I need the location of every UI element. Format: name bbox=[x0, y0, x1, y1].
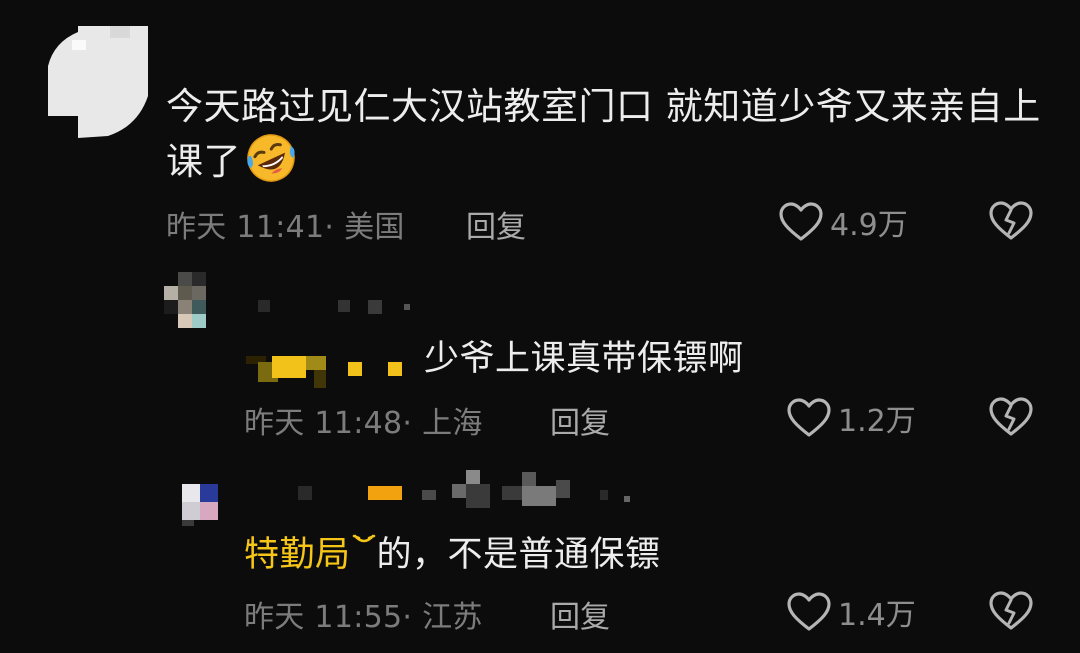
reply-1-location: · 上海 bbox=[402, 406, 483, 441]
reply-1-text: 少爷上课真带保镖啊 bbox=[424, 339, 744, 379]
rolling-on-floor-laughing-emoji bbox=[247, 134, 295, 182]
reply-2-like-button[interactable]: 1.4万 bbox=[786, 590, 916, 634]
broken-heart-icon[interactable] bbox=[988, 590, 1034, 632]
main-comment-body: 今天路过见仁大汉站教室门口 就知道少爷又来亲自上课了 bbox=[166, 85, 1041, 183]
reply-2-location: · 江苏 bbox=[402, 600, 483, 635]
main-comment-time: 昨天 11:41 bbox=[166, 210, 325, 245]
reply-1-avatar[interactable] bbox=[164, 272, 220, 332]
main-commenter-avatar[interactable] bbox=[48, 26, 148, 138]
broken-heart-icon[interactable] bbox=[988, 396, 1034, 438]
main-comment-like-button[interactable]: 4.9万 bbox=[778, 200, 908, 244]
reply-2-like-count: 1.4万 bbox=[838, 598, 916, 633]
reply-1-meta: 昨天 11:48· 上海 bbox=[244, 398, 483, 442]
main-comment-text: 今天路过见仁大汉站教室门口 就知道少爷又来亲自上课了 bbox=[166, 82, 1046, 187]
reply-2-text-highlight: 特勤局 bbox=[244, 535, 351, 575]
reply-2-meta: 昨天 11:55· 江苏 bbox=[244, 592, 483, 636]
main-comment-like-count: 4.9万 bbox=[830, 208, 908, 243]
reply-2-avatar[interactable] bbox=[182, 484, 238, 544]
main-comment-location: · 美国 bbox=[324, 210, 405, 245]
reply-2-text: 特勤局 的，不是普通保镖 bbox=[244, 532, 661, 577]
reply-1-like-count: 1.2万 bbox=[838, 404, 916, 439]
main-comment-reply-button[interactable]: 回复 bbox=[466, 202, 526, 246]
smile-mark-icon bbox=[352, 534, 375, 543]
reply-2-time: 昨天 11:55 bbox=[244, 600, 403, 635]
reply-1-reply-button[interactable]: 回复 bbox=[550, 398, 610, 442]
heart-icon bbox=[787, 398, 831, 437]
heart-icon bbox=[787, 592, 831, 631]
reply-2-reply-button[interactable]: 回复 bbox=[550, 592, 610, 636]
reply-1-time: 昨天 11:48 bbox=[244, 406, 403, 441]
reply-2-text-rest: 的，不是普通保镖 bbox=[376, 535, 661, 575]
main-comment-meta: 昨天 11:41· 美国 bbox=[166, 202, 405, 246]
broken-heart-icon[interactable] bbox=[988, 200, 1034, 242]
heart-icon bbox=[779, 202, 823, 241]
reply-1-like-button[interactable]: 1.2万 bbox=[786, 396, 916, 440]
